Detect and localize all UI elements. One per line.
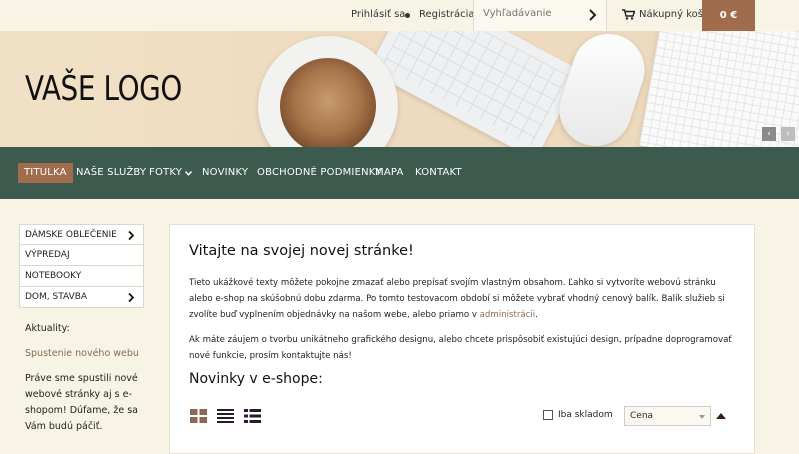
separator-dot: [405, 13, 410, 18]
sort-select[interactable]: Cena: [624, 406, 711, 426]
keyboard-image: [367, 31, 583, 147]
cart-label: Nákupný košík: [639, 9, 712, 20]
cart-link[interactable]: Nákupný košík: [622, 9, 712, 20]
chevron-right-icon[interactable]: [588, 9, 598, 21]
slider-prev-button[interactable]: ‹: [762, 127, 776, 141]
intro-paragraph: Tieto ukážkové texty môžete pokojne zmaz…: [189, 275, 739, 323]
nav-item-obchodne-podmienky[interactable]: OBCHODNÉ PODMIENKY: [251, 163, 388, 183]
cart-total-button[interactable]: 0 €: [702, 0, 755, 31]
nav-label: NAŠE SLUŽBY: [76, 167, 147, 178]
nav-label: OBCHODNÉ PODMIENKY: [257, 167, 382, 178]
category-item[interactable]: VÝPREDAJ: [19, 245, 144, 266]
category-item[interactable]: DOM, STAVBA: [19, 287, 144, 308]
dropdown-arrow-icon: [699, 415, 705, 419]
hero-banner: VAŠE LOGO ‹ ›: [0, 31, 799, 147]
category-label: NOTEBOOKY: [25, 271, 82, 281]
slider-next-button[interactable]: ›: [781, 127, 795, 141]
nav-label: TITULKA: [24, 167, 67, 178]
main-navigation: TITULKA NAŠE SLUŽBY FOTKY NOVINKY OBCHOD…: [0, 147, 799, 199]
category-label: VÝPREDAJ: [25, 250, 70, 260]
news-text: Práve sme spustili nové webové stránky a…: [25, 373, 138, 432]
login-link[interactable]: Prihlásiť sa: [351, 9, 405, 20]
view-switcher: [190, 409, 261, 423]
category-menu: DÁMSKE OBLEČENIE VÝPREDAJ NOTEBOOKY DOM,…: [19, 224, 144, 308]
category-label: DÁMSKE OBLEČENIE: [25, 230, 117, 240]
nav-label: KONTAKT: [415, 167, 462, 178]
in-stock-filter[interactable]: Iba skladom: [543, 410, 613, 420]
top-bar: Prihlásiť sa Registrácia Nákupný košík 0…: [0, 0, 799, 31]
sort-value: Cena: [630, 411, 654, 421]
nav-item-mapa[interactable]: MAPA: [369, 163, 410, 183]
nav-label: FOTKY: [149, 167, 183, 178]
category-item[interactable]: NOTEBOOKY: [19, 266, 144, 287]
grid-view-icon[interactable]: [190, 409, 207, 423]
nav-item-fotky[interactable]: FOTKY: [143, 163, 198, 183]
contact-paragraph: Ak máte záujem o tvorbu unikátneho grafi…: [189, 335, 732, 361]
register-link[interactable]: Registrácia: [419, 9, 475, 20]
category-item[interactable]: DÁMSKE OBLEČENIE: [19, 224, 144, 245]
search-box: [473, 0, 607, 31]
cart-icon: [622, 9, 635, 20]
chevron-right-icon: [128, 231, 135, 240]
in-stock-label: Iba skladom: [558, 410, 613, 420]
site-logo[interactable]: VAŠE LOGO: [25, 69, 182, 109]
news-section-title: Novinky v e-shope:: [189, 371, 323, 387]
mouse-image: [550, 31, 654, 147]
sort-direction-icon[interactable]: [716, 413, 726, 419]
table-view-icon[interactable]: [244, 409, 261, 423]
nav-label: NOVINKY: [202, 167, 249, 178]
nav-item-nase-sluzby[interactable]: NAŠE SLUŽBY: [70, 163, 152, 183]
admin-link[interactable]: administrácii: [480, 310, 535, 320]
page-title: Vitajte na svojej novej stránke!: [189, 243, 414, 259]
chevron-right-icon: [128, 293, 135, 302]
news-heading: Aktuality:: [25, 323, 70, 334]
intro-text: Tieto ukážkové texty môžete pokojne zmaz…: [189, 278, 725, 320]
nav-item-kontakt[interactable]: KONTAKT: [409, 163, 468, 183]
nav-label: MAPA: [375, 167, 404, 178]
chevron-down-icon: [185, 170, 193, 176]
news-link[interactable]: Spustenie nového webu: [25, 348, 139, 359]
category-label: DOM, STAVBA: [25, 292, 88, 302]
intro-end: .: [535, 310, 538, 320]
search-input[interactable]: [483, 8, 583, 19]
list-view-icon[interactable]: [217, 409, 234, 423]
nav-item-novinky[interactable]: NOVINKY: [196, 163, 254, 183]
main-content: Vitajte na svojej novej stránke! Tieto u…: [169, 224, 755, 454]
nav-item-titulka[interactable]: TITULKA: [18, 163, 73, 183]
in-stock-checkbox[interactable]: [543, 410, 553, 420]
